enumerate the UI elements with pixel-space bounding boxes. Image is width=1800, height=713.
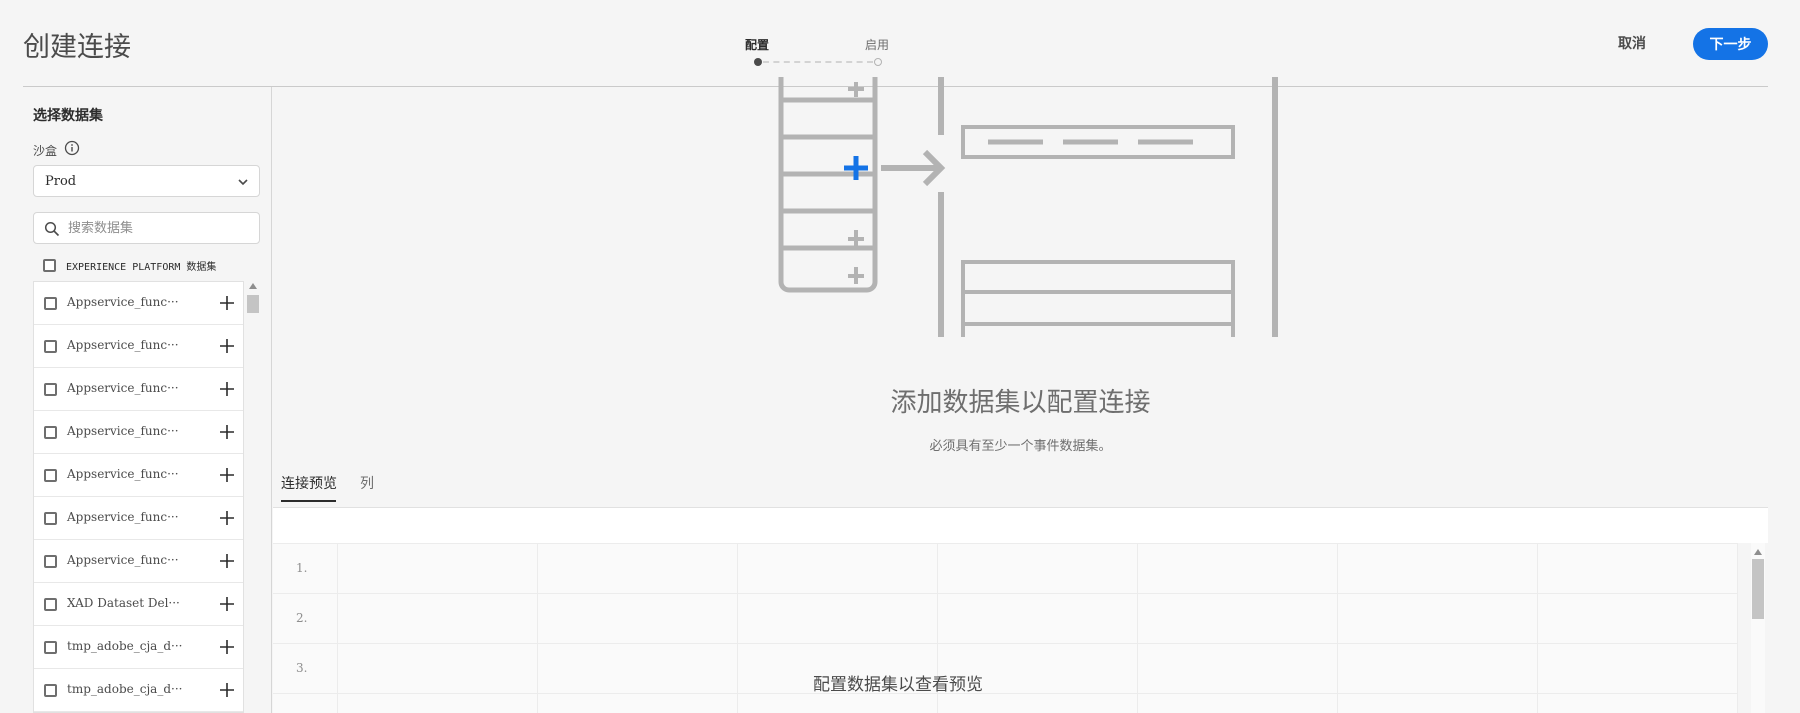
dataset-checkbox[interactable] [44,340,57,353]
connection-main-area: 添加数据集以配置连接 必须具有至少一个事件数据集。 连接预览 列 1. 2. 3… [273,77,1768,713]
sandbox-picker[interactable]: Prod [33,165,260,197]
dataset-name: Appservice_func··· [67,381,179,395]
dataset-checkbox[interactable] [44,641,57,654]
stepper: 配置 启用 [740,36,890,72]
grid-column-divider [737,544,738,713]
dataset-name: Appservice_func··· [67,510,179,524]
add-icon[interactable] [219,381,235,397]
add-icon[interactable] [219,510,235,526]
panel-title: 选择数据集 [33,108,103,124]
grid-column-divider [337,544,338,713]
preview-toolbar [273,508,1768,543]
list-item[interactable]: Appservice_func··· [34,454,243,497]
list-item[interactable]: tmp_adobe_cja_d··· [34,669,243,712]
add-icon[interactable] [219,338,235,354]
add-icon[interactable] [219,596,235,612]
add-icon[interactable] [219,295,235,311]
active-tab-indicator [281,500,336,502]
sandbox-label: 沙盒 [33,144,58,158]
step-enable-dot [874,58,882,66]
dataset-name: XAD Dataset Del··· [67,596,180,610]
dataset-checkbox[interactable] [44,383,57,396]
dataset-name: Appservice_func··· [67,295,179,309]
list-item[interactable]: Appservice_func··· [34,368,243,411]
list-item[interactable]: XAD Dataset Del··· [34,583,243,626]
dataset-name: Appservice_func··· [67,338,179,352]
tab-columns[interactable]: 列 [360,473,374,493]
dataset-checkbox[interactable] [44,297,57,310]
dataset-selection-panel: 选择数据集 沙盒 Prod EXPERIENCE PLATFORM 数据集 [23,87,272,713]
add-icon[interactable] [219,467,235,483]
preview-grid: 1. 2. 3. 配置数据集以查看预览 [273,543,1738,713]
dataset-checkbox[interactable] [44,469,57,482]
step-enable-label: 启用 [865,38,890,52]
dataset-name: tmp_adobe_cja_d··· [67,682,183,696]
add-icon[interactable] [219,424,235,440]
step-configure-dot [754,58,762,66]
chevron-down-icon [238,179,248,186]
add-dataset-illustration-icon [778,77,1278,337]
select-all-checkbox[interactable] [43,259,56,272]
add-icon[interactable] [219,553,235,569]
table-row: 2. [273,594,1738,644]
dataset-name: Appservice_func··· [67,553,179,567]
scroll-up-arrow-icon[interactable] [1754,549,1762,555]
table-row: 3. [273,644,1738,694]
dataset-list: Appservice_func··· Appservice_func··· Ap… [33,281,244,713]
grid-column-divider [1137,544,1138,713]
dataset-name: Appservice_func··· [67,467,179,481]
row-number: 1. [296,561,308,575]
dataset-list-scrollbar[interactable] [246,281,259,713]
list-item[interactable]: Appservice_func··· [34,540,243,583]
grid-column-divider [1537,544,1538,713]
preview-empty-message: 配置数据集以查看预览 [813,675,983,695]
dataset-name: tmp_adobe_cja_d··· [67,639,183,653]
create-connection-page: 创建连接 配置 启用 取消 下一步 选择数据集 沙盒 Prod 搜索数据集 EX… [0,0,1800,713]
table-row: 1. [273,544,1738,594]
dataset-checkbox[interactable] [44,512,57,525]
empty-state-title: 添加数据集以配置连接 [890,388,1151,418]
row-number: 2. [296,611,308,625]
list-item[interactable]: Appservice_func··· [34,497,243,540]
step-configure-label: 配置 [745,38,770,52]
search-icon [44,221,60,237]
grid-column-divider [1737,544,1738,713]
row-number: 3. [296,661,308,675]
dataset-checkbox[interactable] [44,684,57,697]
grid-column-divider [537,544,538,713]
list-item[interactable]: Appservice_func··· [34,411,243,454]
cancel-button[interactable]: 取消 [1608,31,1656,55]
add-icon[interactable] [219,639,235,655]
scroll-thumb[interactable] [247,295,259,313]
list-item[interactable]: Appservice_func··· [34,282,243,325]
list-item[interactable]: tmp_adobe_cja_d··· [34,626,243,669]
dataset-checkbox[interactable] [44,598,57,611]
next-button[interactable]: 下一步 [1693,28,1768,60]
step-connector [763,61,873,63]
info-icon[interactable] [64,140,80,156]
scroll-up-arrow-icon[interactable] [249,283,257,289]
select-all-label: EXPERIENCE PLATFORM 数据集 [66,262,217,273]
header: 创建连接 配置 启用 取消 下一步 [0,0,1800,87]
empty-state-subtitle: 必须具有至少一个事件数据集。 [929,439,1112,454]
preview-grid-scrollbar[interactable] [1751,543,1765,713]
sandbox-value: Prod [45,174,77,189]
dataset-checkbox[interactable] [44,426,57,439]
grid-column-divider [1337,544,1338,713]
dataset-search [33,212,260,244]
tab-connection-preview[interactable]: 连接预览 [281,473,337,493]
dataset-name: Appservice_func··· [67,424,179,438]
list-item[interactable]: Appservice_func··· [34,325,243,368]
search-input[interactable] [68,218,253,238]
dataset-checkbox[interactable] [44,555,57,568]
page-title: 创建连接 [23,32,131,63]
add-icon[interactable] [219,682,235,698]
scroll-thumb[interactable] [1752,559,1764,619]
